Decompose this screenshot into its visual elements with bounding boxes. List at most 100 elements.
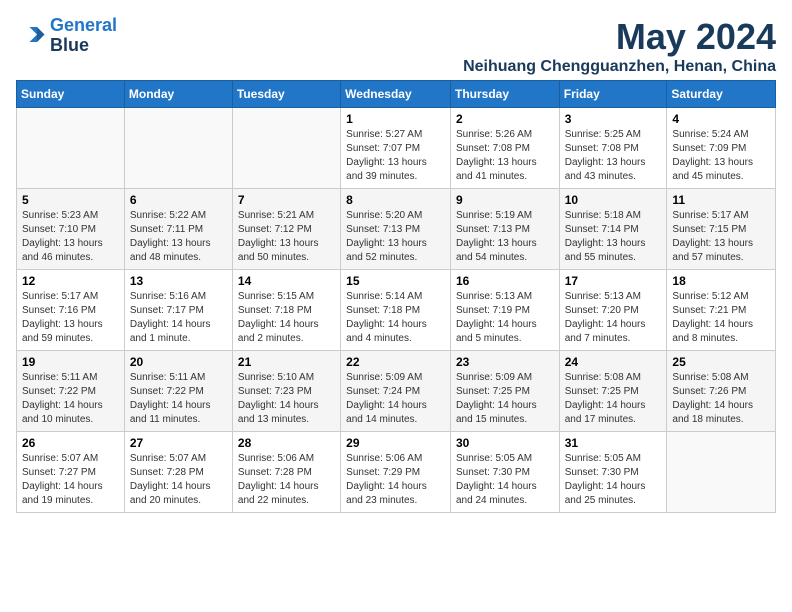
day-number: 3	[565, 112, 662, 126]
day-info: Sunrise: 5:11 AMSunset: 7:22 PMDaylight:…	[22, 371, 119, 427]
calendar-cell: 23Sunrise: 5:09 AMSunset: 7:25 PMDayligh…	[450, 351, 559, 432]
calendar-cell: 4Sunrise: 5:24 AMSunset: 7:09 PMDaylight…	[667, 108, 776, 189]
day-number: 1	[346, 112, 445, 126]
calendar-cell: 24 Sunrise: 5:08 AMSunset: 7:25 PMDayligh…	[559, 351, 667, 432]
day-info: Sunrise: 5:21 AMSunset: 7:12 PMDaylight:…	[238, 209, 335, 265]
day-number: 2	[456, 112, 554, 126]
header-cell-wednesday: Wednesday	[341, 81, 451, 108]
day-number: 29	[346, 436, 445, 450]
day-number: 18	[672, 274, 770, 288]
calendar-cell: 20 Sunrise: 5:11 AMSunset: 7:22 PMDayligh…	[124, 351, 232, 432]
calendar-cell: 3 Sunrise: 5:25 AMSunset: 7:08 PMDaylight…	[559, 108, 667, 189]
day-number: 10	[565, 193, 662, 207]
week-row-4: 19Sunrise: 5:11 AMSunset: 7:22 PMDayligh…	[17, 351, 776, 432]
calendar-cell: 25Sunrise: 5:08 AMSunset: 7:26 PMDayligh…	[667, 351, 776, 432]
calendar-cell: 28Sunrise: 5:06 AMSunset: 7:28 PMDayligh…	[232, 432, 340, 513]
day-info: Sunrise: 5:25 AMSunset: 7:08 PMDaylight:…	[565, 128, 662, 184]
day-info: Sunrise: 5:14 AMSunset: 7:18 PMDaylight:…	[346, 290, 445, 346]
calendar-cell: 17 Sunrise: 5:13 AMSunset: 7:20 PMDayligh…	[559, 270, 667, 351]
day-number: 27	[130, 436, 227, 450]
day-info: Sunrise: 5:09 AMSunset: 7:24 PMDaylight:…	[346, 371, 445, 427]
day-number: 17	[565, 274, 662, 288]
day-number: 16	[456, 274, 554, 288]
logo-text: General Blue	[50, 16, 117, 56]
header-cell-saturday: Saturday	[667, 81, 776, 108]
day-number: 11	[672, 193, 770, 207]
day-info: Sunrise: 5:10 AMSunset: 7:23 PMDaylight:…	[238, 371, 335, 427]
day-info: Sunrise: 5:16 AMSunset: 7:17 PMDaylight:…	[130, 290, 227, 346]
day-info: Sunrise: 5:08 AMSunset: 7:26 PMDaylight:…	[672, 371, 770, 427]
day-number: 30	[456, 436, 554, 450]
calendar-cell: 21 Sunrise: 5:10 AMSunset: 7:23 PMDayligh…	[232, 351, 340, 432]
day-number: 26	[22, 436, 119, 450]
calendar-cell	[17, 108, 125, 189]
calendar-cell: 11 Sunrise: 5:17 AMSunset: 7:15 PMDayligh…	[667, 189, 776, 270]
calendar-cell: 31 Sunrise: 5:05 AMSunset: 7:30 PMDayligh…	[559, 432, 667, 513]
week-row-3: 12 Sunrise: 5:17 AMSunset: 7:16 PMDayligh…	[17, 270, 776, 351]
calendar-cell: 7 Sunrise: 5:21 AMSunset: 7:12 PMDaylight…	[232, 189, 340, 270]
day-number: 5	[22, 193, 119, 207]
week-row-2: 5 Sunrise: 5:23 AMSunset: 7:10 PMDaylight…	[17, 189, 776, 270]
page-header: General Blue May 2024 Neihuang Chengguan…	[16, 16, 776, 76]
calendar-cell	[124, 108, 232, 189]
day-number: 8	[346, 193, 445, 207]
header-cell-friday: Friday	[559, 81, 667, 108]
day-number: 21	[238, 355, 335, 369]
week-row-5: 26 Sunrise: 5:07 AMSunset: 7:27 PMDayligh…	[17, 432, 776, 513]
day-number: 14	[238, 274, 335, 288]
calendar-cell: 19Sunrise: 5:11 AMSunset: 7:22 PMDayligh…	[17, 351, 125, 432]
calendar-cell: 9 Sunrise: 5:19 AMSunset: 7:13 PMDaylight…	[450, 189, 559, 270]
calendar-cell: 27Sunrise: 5:07 AMSunset: 7:28 PMDayligh…	[124, 432, 232, 513]
day-number: 24	[565, 355, 662, 369]
day-info: Sunrise: 5:06 AMSunset: 7:29 PMDaylight:…	[346, 452, 445, 508]
header-cell-monday: Monday	[124, 81, 232, 108]
calendar-cell: 30 Sunrise: 5:05 AMSunset: 7:30 PMDayligh…	[450, 432, 559, 513]
day-number: 7	[238, 193, 335, 207]
day-info: Sunrise: 5:15 AMSunset: 7:18 PMDaylight:…	[238, 290, 335, 346]
day-info: Sunrise: 5:17 AMSunset: 7:15 PMDaylight:…	[672, 209, 770, 265]
day-info: Sunrise: 5:26 AMSunset: 7:08 PMDaylight:…	[456, 128, 554, 184]
day-info: Sunrise: 5:19 AMSunset: 7:13 PMDaylight:…	[456, 209, 554, 265]
day-info: Sunrise: 5:18 AMSunset: 7:14 PMDaylight:…	[565, 209, 662, 265]
calendar-cell: 18Sunrise: 5:12 AMSunset: 7:21 PMDayligh…	[667, 270, 776, 351]
day-number: 12	[22, 274, 119, 288]
calendar-cell: 16 Sunrise: 5:13 AMSunset: 7:19 PMDayligh…	[450, 270, 559, 351]
calendar-cell: 29 Sunrise: 5:06 AMSunset: 7:29 PMDayligh…	[341, 432, 451, 513]
day-number: 13	[130, 274, 227, 288]
day-info: Sunrise: 5:20 AMSunset: 7:13 PMDaylight:…	[346, 209, 445, 265]
logo: General Blue	[16, 16, 117, 56]
title-block: May 2024 Neihuang Chengguanzhen, Henan, …	[463, 16, 776, 76]
day-info: Sunrise: 5:11 AMSunset: 7:22 PMDaylight:…	[130, 371, 227, 427]
day-number: 20	[130, 355, 227, 369]
day-info: Sunrise: 5:07 AMSunset: 7:27 PMDaylight:…	[22, 452, 119, 508]
day-info: Sunrise: 5:13 AMSunset: 7:19 PMDaylight:…	[456, 290, 554, 346]
calendar-header: SundayMondayTuesdayWednesdayThursdayFrid…	[17, 81, 776, 108]
day-info: Sunrise: 5:24 AMSunset: 7:09 PMDaylight:…	[672, 128, 770, 184]
calendar-cell: 13 Sunrise: 5:16 AMSunset: 7:17 PMDayligh…	[124, 270, 232, 351]
day-number: 15	[346, 274, 445, 288]
day-info: Sunrise: 5:13 AMSunset: 7:20 PMDaylight:…	[565, 290, 662, 346]
day-number: 23	[456, 355, 554, 369]
calendar-cell: 26 Sunrise: 5:07 AMSunset: 7:27 PMDayligh…	[17, 432, 125, 513]
day-info: Sunrise: 5:08 AMSunset: 7:25 PMDaylight:…	[565, 371, 662, 427]
calendar-cell: 6Sunrise: 5:22 AMSunset: 7:11 PMDaylight…	[124, 189, 232, 270]
calendar-cell	[232, 108, 340, 189]
calendar-cell: 14 Sunrise: 5:15 AMSunset: 7:18 PMDayligh…	[232, 270, 340, 351]
calendar-cell: 2 Sunrise: 5:26 AMSunset: 7:08 PMDaylight…	[450, 108, 559, 189]
calendar-cell: 12 Sunrise: 5:17 AMSunset: 7:16 PMDayligh…	[17, 270, 125, 351]
day-info: Sunrise: 5:27 AMSunset: 7:07 PMDaylight:…	[346, 128, 445, 184]
day-number: 31	[565, 436, 662, 450]
day-number: 9	[456, 193, 554, 207]
day-info: Sunrise: 5:17 AMSunset: 7:16 PMDaylight:…	[22, 290, 119, 346]
day-info: Sunrise: 5:05 AMSunset: 7:30 PMDaylight:…	[565, 452, 662, 508]
day-info: Sunrise: 5:05 AMSunset: 7:30 PMDaylight:…	[456, 452, 554, 508]
day-info: Sunrise: 5:23 AMSunset: 7:10 PMDaylight:…	[22, 209, 119, 265]
day-number: 22	[346, 355, 445, 369]
day-number: 28	[238, 436, 335, 450]
header-row: SundayMondayTuesdayWednesdayThursdayFrid…	[17, 81, 776, 108]
calendar-cell: 10 Sunrise: 5:18 AMSunset: 7:14 PMDayligh…	[559, 189, 667, 270]
calendar-cell: 5 Sunrise: 5:23 AMSunset: 7:10 PMDaylight…	[17, 189, 125, 270]
week-row-1: 1 Sunrise: 5:27 AMSunset: 7:07 PMDaylight…	[17, 108, 776, 189]
header-cell-thursday: Thursday	[450, 81, 559, 108]
day-info: Sunrise: 5:22 AMSunset: 7:11 PMDaylight:…	[130, 209, 227, 265]
